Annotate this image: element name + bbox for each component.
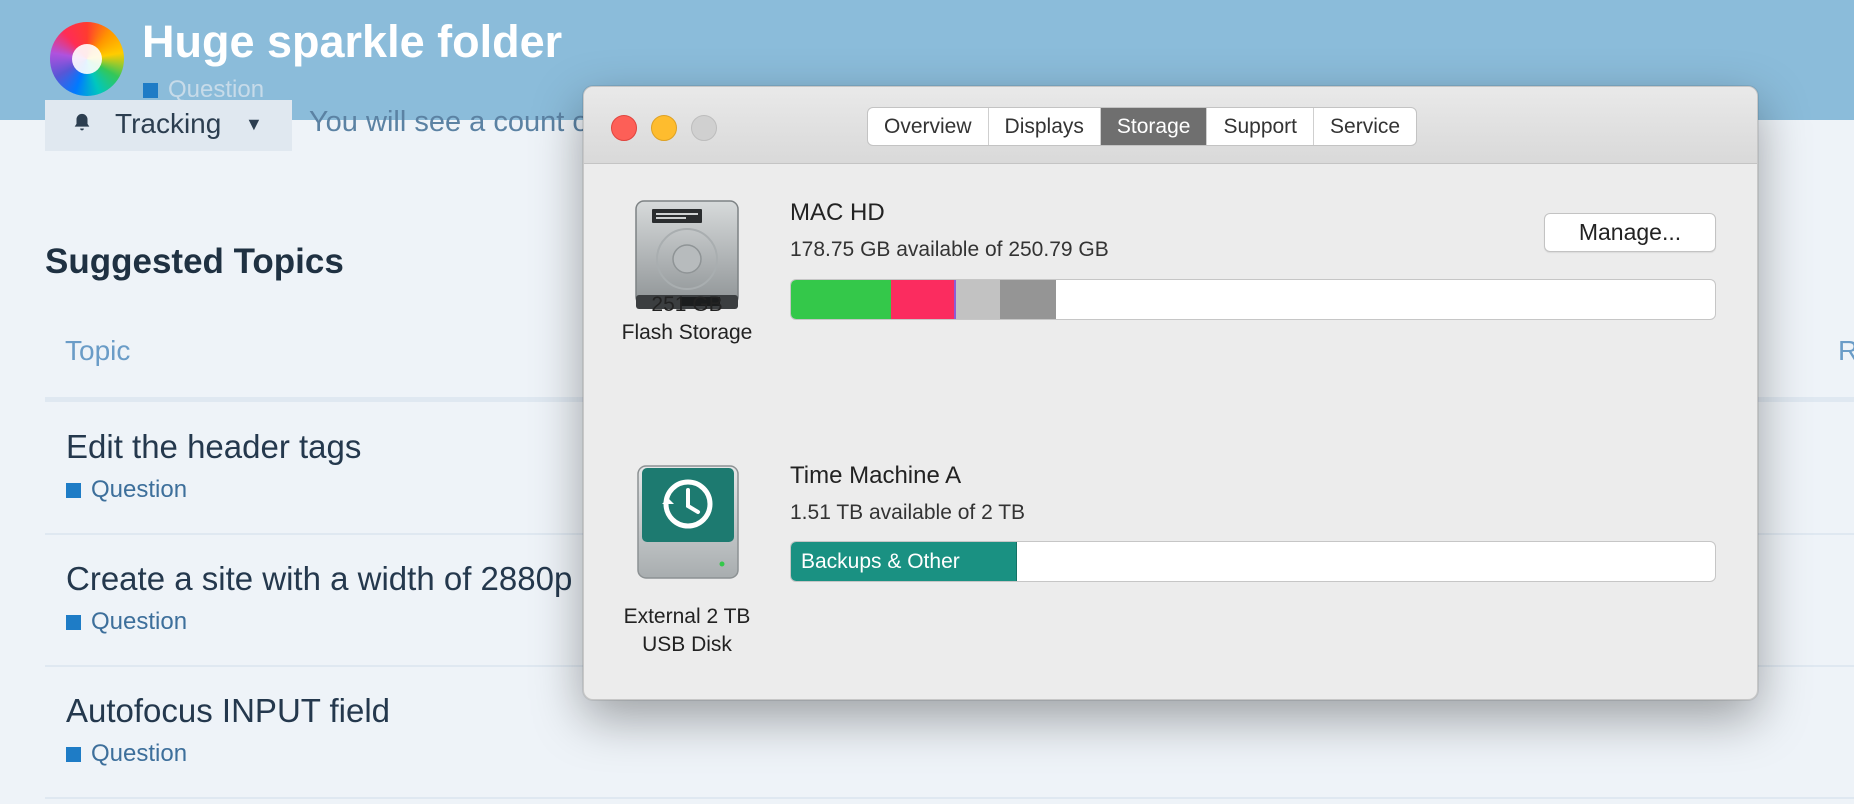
topic-category-label: Question [91, 476, 188, 503]
sparkle-logo-icon[interactable] [50, 22, 124, 96]
tracking-button[interactable]: Tracking ▼ [45, 100, 292, 151]
topic-title[interactable]: Create a site with a width of 2880p [66, 560, 572, 598]
tracking-note: You will see a count o [309, 106, 589, 138]
topic-title[interactable]: Autofocus INPUT field [66, 692, 390, 730]
column-header-topic[interactable]: Topic [65, 335, 130, 367]
minimize-window-button[interactable] [651, 115, 677, 141]
storage-usage-bar[interactable]: Backups & Other [790, 541, 1716, 582]
storage-usage-bar[interactable] [790, 279, 1716, 320]
zoom-window-button[interactable] [691, 115, 717, 141]
window-titlebar[interactable]: Overview Displays Storage Support Servic… [584, 87, 1757, 164]
category-square-icon [66, 483, 81, 498]
tracking-label: Tracking [115, 108, 222, 139]
tab-service[interactable]: Service [1313, 108, 1416, 145]
column-header-right[interactable]: R [1838, 335, 1854, 367]
topic-category[interactable]: Question [66, 740, 187, 768]
storage-category-segment[interactable] [791, 280, 891, 319]
storage-category-segment[interactable] [956, 280, 1000, 319]
site-title[interactable]: Huge sparkle folder [142, 16, 562, 68]
row-divider [45, 797, 1854, 799]
close-window-button[interactable] [611, 115, 637, 141]
manage-button[interactable]: Manage... [1544, 213, 1716, 252]
topic-title[interactable]: Edit the header tags [66, 428, 361, 466]
disk-size-info: External 2 TB USB Disk [600, 603, 774, 659]
volume-name: Time Machine A [790, 462, 962, 489]
disk-size: 251 GB [651, 293, 723, 316]
volume-available: 178.75 GB available of 250.79 GB [790, 238, 1109, 261]
backups-other-segment[interactable]: Backups & Other [791, 542, 1018, 581]
disk-type: USB Disk [642, 633, 732, 656]
tab-bar: Overview Displays Storage Support Servic… [867, 107, 1418, 146]
topic-category[interactable]: Question [66, 476, 187, 504]
topic-category-label: Question [91, 740, 188, 767]
tab-overview[interactable]: Overview [868, 108, 988, 145]
topic-category-label: Question [91, 608, 188, 635]
category-square-icon [143, 83, 158, 98]
site-category-label: Question [168, 76, 265, 103]
topic-category[interactable]: Question [66, 608, 187, 636]
storage-category-segment[interactable] [890, 280, 954, 319]
volume-name: MAC HD [790, 199, 885, 226]
disk-size-info: 251 GB Flash Storage [600, 291, 774, 347]
suggested-topics-heading: Suggested Topics [45, 242, 344, 281]
disk-type: Flash Storage [621, 321, 753, 344]
bell-icon [74, 113, 90, 131]
category-square-icon [66, 615, 81, 630]
tab-support[interactable]: Support [1206, 108, 1313, 145]
tab-storage[interactable]: Storage [1099, 108, 1207, 145]
category-square-icon [66, 747, 81, 762]
volume-available: 1.51 TB available of 2 TB [790, 501, 1026, 524]
tab-displays[interactable]: Displays [987, 108, 1100, 145]
time-machine-disk-icon [637, 465, 739, 579]
about-this-mac-window: Overview Displays Storage Support Servic… [583, 86, 1758, 700]
storage-category-segment[interactable] [999, 280, 1057, 319]
caret-down-icon: ▼ [245, 114, 263, 134]
disk-size: External 2 TB [623, 605, 751, 628]
